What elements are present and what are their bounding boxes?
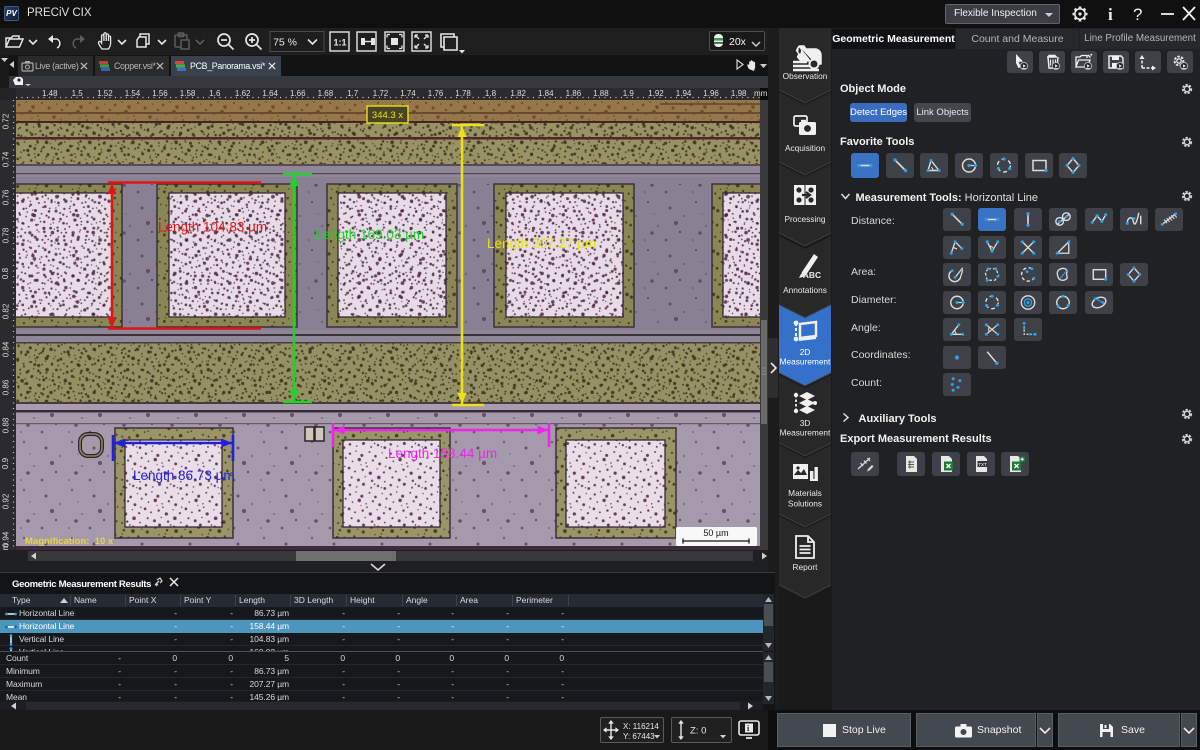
svg-text:i: i xyxy=(1108,5,1113,24)
svg-text:Processing: Processing xyxy=(784,214,825,224)
svg-text:20x: 20x xyxy=(729,36,747,48)
svg-text:Measurement: Measurement xyxy=(780,428,831,438)
svg-text:Solutions: Solutions xyxy=(788,499,822,509)
svg-text:Materials: Materials xyxy=(788,488,822,498)
svg-text:344.3 x: 344.3 x xyxy=(372,110,403,121)
svg-text:Y: 67443: Y: 67443 xyxy=(623,732,655,741)
svg-text:?: ? xyxy=(1133,5,1142,24)
svg-text:Length 169.03 µm: Length 169.03 µm xyxy=(315,227,424,242)
svg-text:ABC: ABC xyxy=(803,270,821,280)
svg-text:Length 158.44 µm: Length 158.44 µm xyxy=(388,446,497,461)
svg-text:2D: 2D xyxy=(800,347,811,357)
svg-text:Length 104.83 µm: Length 104.83 µm xyxy=(158,220,267,235)
svg-text:Acquisition: Acquisition xyxy=(785,143,826,153)
svg-text:75 %: 75 % xyxy=(273,37,297,49)
svg-text:Report: Report xyxy=(793,562,819,572)
svg-text:X: 116214: X: 116214 xyxy=(623,722,659,731)
svg-text:50 µm: 50 µm xyxy=(703,528,728,538)
svg-text:1:1: 1:1 xyxy=(334,38,347,48)
svg-text:Annotations: Annotations xyxy=(783,285,827,295)
svg-text:TXT: TXT xyxy=(978,462,987,467)
svg-text:Observation: Observation xyxy=(783,71,828,81)
svg-text:3D: 3D xyxy=(800,418,811,428)
svg-text:Length 86.73 µm: Length 86.73 µm xyxy=(133,468,235,483)
svg-text:Length 207.27 µm: Length 207.27 µm xyxy=(487,236,596,251)
svg-text:Z: 0: Z: 0 xyxy=(690,726,706,737)
svg-text:Magnification: 10 x: Magnification: 10 x xyxy=(25,536,114,547)
svg-text:Measurement: Measurement xyxy=(780,357,831,367)
